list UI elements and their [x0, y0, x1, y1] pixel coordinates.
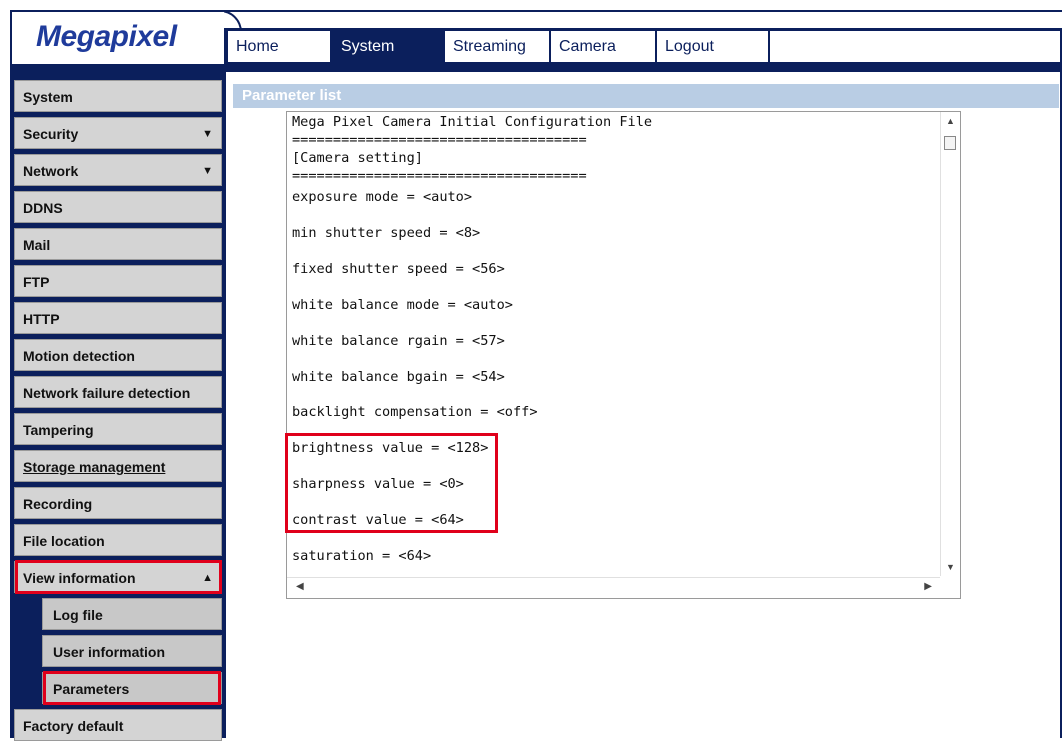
sidebar-item-label: User information — [53, 644, 166, 660]
horizontal-scrollbar[interactable]: ◀ ▶ — [287, 577, 940, 598]
text-line: backlight compensation = <off> — [292, 404, 538, 420]
text-line: [Camera setting] — [292, 150, 423, 166]
sidebar-item-label: Storage management — [23, 459, 166, 475]
sidebar-item-label: FTP — [23, 274, 50, 290]
scroll-corner — [940, 577, 959, 597]
chevron-down-icon[interactable]: ▼ — [202, 118, 213, 150]
text-line: ==================================== — [292, 168, 587, 184]
text-line: fixed shutter speed = <56> — [292, 261, 505, 277]
sidebar-item-log-file[interactable]: Log file — [42, 598, 222, 630]
tab-camera[interactable]: Camera — [551, 31, 655, 62]
text-line: ==================================== — [292, 132, 587, 148]
tab-empty — [770, 31, 1060, 62]
text-line: white balance mode = <auto> — [292, 297, 513, 313]
sidebar-item-user-information[interactable]: User information — [42, 635, 222, 667]
sidebar-item-label: Motion detection — [23, 348, 135, 364]
sidebar-item-label: Log file — [53, 607, 103, 623]
scroll-down-icon[interactable]: ▼ — [941, 560, 960, 574]
scroll-up-icon[interactable]: ▲ — [941, 114, 960, 128]
tab-home[interactable]: Home — [228, 31, 330, 62]
sidebar-item-label: Mail — [23, 237, 51, 253]
sidebar-item-label: Factory default — [23, 718, 124, 734]
text-line: brightness value = <128> — [292, 440, 489, 456]
text-line: white balance rgain = <57> — [292, 333, 505, 349]
sidebar-item-label: Recording — [23, 496, 93, 512]
sidebar-item-label: Network — [23, 163, 79, 179]
text-line: sharpness value = <0> — [292, 476, 464, 492]
tab-streaming[interactable]: Streaming — [445, 31, 549, 62]
sidebar-item-label: Security — [23, 126, 79, 142]
text-line: contrast value = <64> — [292, 512, 464, 528]
sidebar-item-tampering[interactable]: Tampering — [14, 413, 222, 445]
sidebar-item-system[interactable]: System — [14, 80, 222, 112]
sidebar-item-storage-management[interactable]: Storage management — [14, 450, 222, 482]
sidebar-item-ftp[interactable]: FTP — [14, 265, 222, 297]
text-line: Mega Pixel Camera Initial Configuration … — [292, 114, 653, 130]
sidebar-item-http[interactable]: HTTP — [14, 302, 222, 334]
sidebar-item-recording[interactable]: Recording — [14, 487, 222, 519]
tab-system[interactable]: System — [333, 31, 443, 62]
scroll-thumb[interactable] — [944, 136, 956, 150]
sidebar-item-label: DDNS — [23, 200, 63, 216]
sidebar-item-label: Parameters — [53, 681, 130, 697]
tab-logout[interactable]: Logout — [657, 31, 768, 62]
text-line: saturation = <64> — [292, 548, 432, 564]
sidebar-item-label: View information — [23, 570, 136, 586]
text-line: white balance bgain = <54> — [292, 369, 505, 385]
header-underline — [12, 64, 1062, 72]
sidebar-item-network[interactable]: Network ▼ — [14, 154, 222, 186]
scroll-right-icon[interactable]: ▶ — [924, 581, 932, 592]
sidebar-item-label: Network failure detection — [23, 385, 191, 401]
text-line: exposure mode = <auto> — [292, 189, 473, 205]
sidebar-item-security[interactable]: Security ▼ — [14, 117, 222, 149]
sidebar-item-mail[interactable]: Mail — [14, 228, 222, 260]
section-title: Parameter list — [233, 84, 1059, 108]
text-line: min shutter speed = <8> — [292, 225, 481, 241]
sidebar-item-parameters[interactable]: Parameters — [42, 672, 222, 704]
sidebar-item-label: Tampering — [23, 422, 94, 438]
scroll-left-icon[interactable]: ◀ — [296, 581, 304, 592]
header-fill — [222, 12, 1062, 28]
sidebar-item-label: File location — [23, 533, 105, 549]
chevron-up-icon[interactable]: ▲ — [202, 562, 213, 594]
sidebar-item-label: HTTP — [23, 311, 60, 327]
logo: Megapixel — [36, 20, 177, 53]
sidebar-item-network-failure-detection[interactable]: Network failure detection — [14, 376, 222, 408]
sidebar-item-file-location[interactable]: File location — [14, 524, 222, 556]
sidebar-item-motion-detection[interactable]: Motion detection — [14, 339, 222, 371]
vertical-scrollbar[interactable]: ▲ ▼ — [940, 112, 960, 576]
sidebar-item-view-information[interactable]: View information ▲ — [14, 561, 222, 593]
sidebar-item-label: System — [23, 89, 73, 105]
sidebar-item-factory-default[interactable]: Factory default — [14, 709, 222, 741]
sidebar-item-ddns[interactable]: DDNS — [14, 191, 222, 223]
chevron-down-icon[interactable]: ▼ — [202, 155, 213, 187]
